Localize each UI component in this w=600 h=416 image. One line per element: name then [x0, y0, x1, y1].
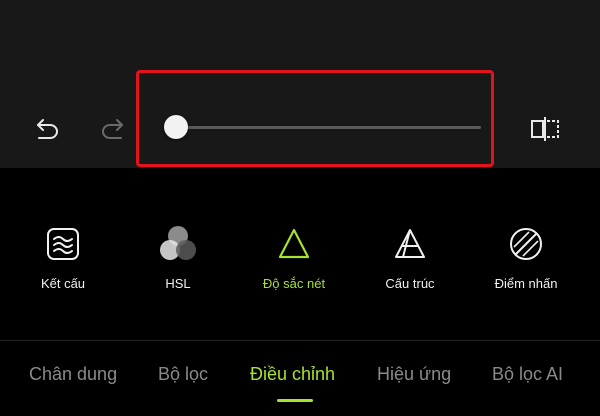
tool-label: Kết cấu: [40, 276, 86, 291]
divider: [0, 340, 600, 341]
tab-ai-filters[interactable]: Bộ lọc AI: [492, 364, 563, 385]
compare-icon[interactable]: [526, 110, 566, 146]
adjustment-slider-track[interactable]: [176, 126, 481, 129]
slider-highlight-box: [136, 70, 494, 167]
hsl-icon: [157, 222, 199, 266]
undo-icon[interactable]: [30, 110, 66, 146]
tool-structure[interactable]: Cấu trúc: [355, 222, 465, 291]
tool-label: Cấu trúc: [385, 276, 435, 291]
redo-icon[interactable]: [94, 110, 130, 146]
texture-icon: [46, 222, 80, 266]
tool-texture[interactable]: Kết cấu: [8, 222, 118, 291]
sharpness-triangle-icon: [277, 222, 311, 266]
tool-highlight[interactable]: Điểm nhấn: [471, 222, 581, 291]
tool-hsl[interactable]: HSL: [123, 222, 233, 291]
tool-label: HSL: [165, 276, 191, 291]
tool-label: Độ sắc nét: [262, 276, 326, 291]
tab-filters[interactable]: Bộ lọc: [158, 364, 208, 385]
adjustment-slider-thumb[interactable]: [164, 115, 188, 139]
tab-portrait[interactable]: Chân dung: [29, 364, 117, 385]
tab-adjust[interactable]: Điều chỉnh: [250, 364, 335, 385]
tab-effects[interactable]: Hiệu ứng: [377, 364, 451, 385]
highlight-circle-icon: [508, 222, 544, 266]
tool-sharpness[interactable]: Độ sắc nét: [239, 222, 349, 291]
active-tab-indicator: [277, 399, 313, 402]
tool-label: Điểm nhấn: [494, 276, 558, 291]
structure-triangle-icon: [393, 222, 427, 266]
